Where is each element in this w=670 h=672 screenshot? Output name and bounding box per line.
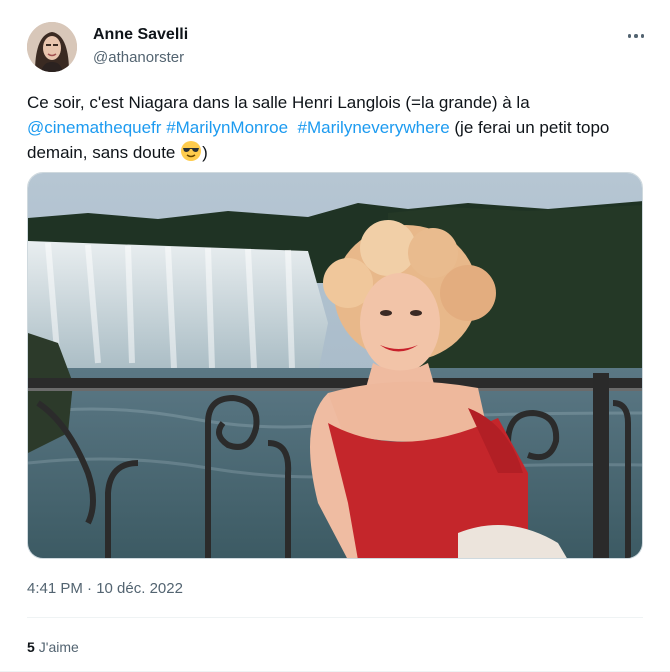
sunglasses-emoji-icon — [180, 140, 202, 169]
author-handle[interactable]: @athanorster — [93, 48, 188, 68]
tweet-text: Ce soir, c'est Niagara dans la salle Hen… — [27, 90, 647, 169]
more-options-button[interactable] — [624, 24, 648, 48]
more-dots-icon — [627, 34, 632, 38]
like-label: J'aime — [38, 639, 79, 655]
divider — [27, 617, 643, 618]
tweet-timestamp[interactable]: 4:41 PM · 10 déc. 2022 — [27, 580, 183, 597]
hashtag-link-marilyneverywhere[interactable]: #Marilyneverywhere — [298, 118, 450, 137]
tweet-text-before: Ce soir, c'est Niagara dans la salle Hen… — [27, 93, 530, 112]
hashtag-link-marilynmonroe[interactable]: #MarilynMonroe — [166, 118, 288, 137]
author-name[interactable]: Anne Savelli — [93, 25, 188, 45]
tweet-photo[interactable] — [27, 172, 643, 559]
tweet-text-end: ) — [202, 143, 208, 162]
author-block: Anne Savelli @athanorster — [93, 25, 188, 68]
likes-summary[interactable]: 5 J'aime — [27, 639, 79, 655]
avatar[interactable] — [27, 22, 77, 72]
tweet-card: Anne Savelli @athanorster Ce soir, c'est… — [0, 0, 670, 672]
mention-link[interactable]: @cinemathequefr — [27, 118, 161, 137]
like-count: 5 — [27, 639, 35, 655]
